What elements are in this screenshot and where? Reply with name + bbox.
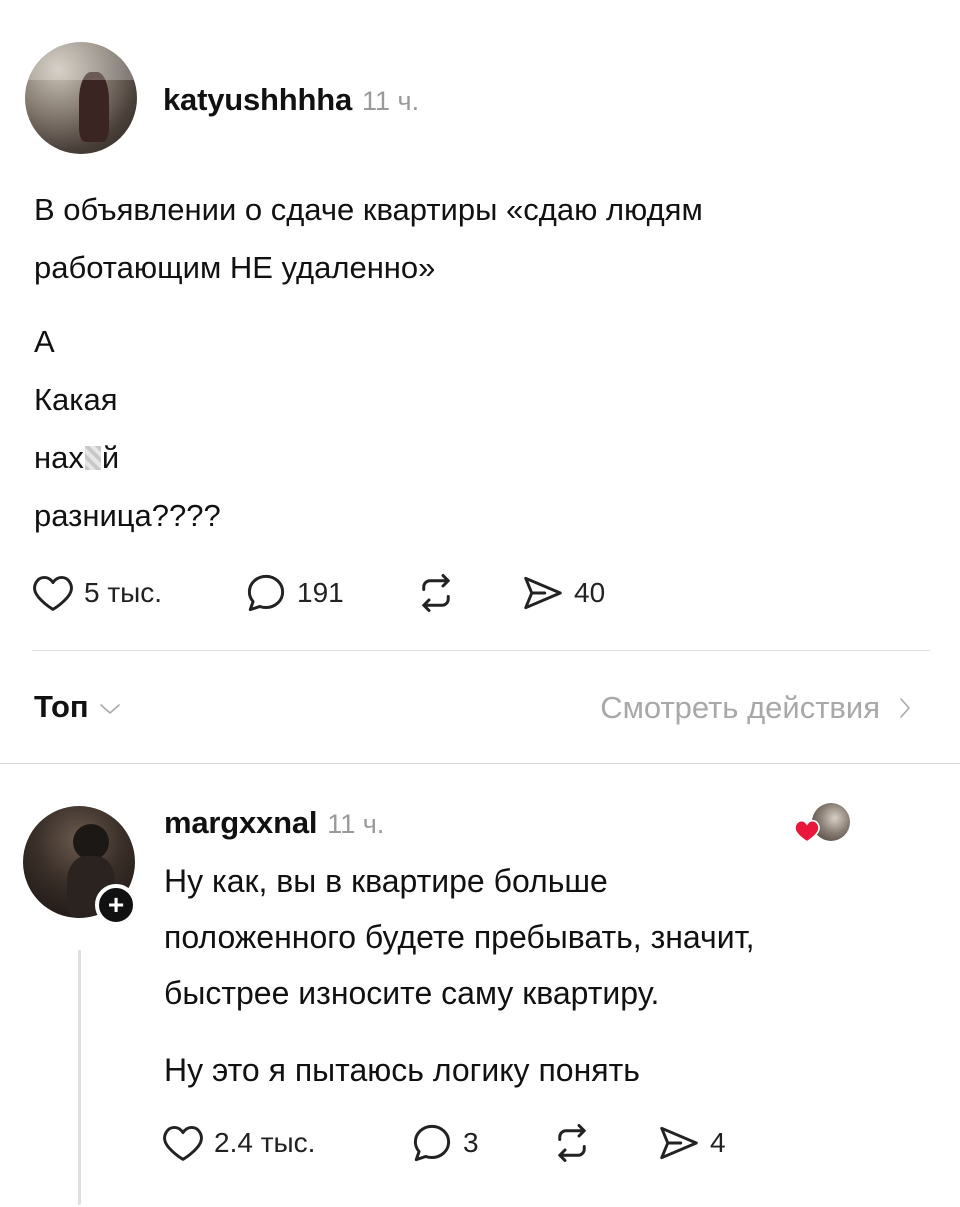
reply-comment-count: 3 (463, 1127, 479, 1158)
reply-header: margxxnal 11 ч. (164, 805, 384, 841)
chevron-down-icon (99, 704, 120, 714)
heart-outline-icon (163, 1125, 203, 1161)
reply-share-count: 4 (710, 1127, 726, 1158)
send-arrow-icon (524, 576, 562, 610)
view-activity-label: Смотреть действия (600, 690, 880, 725)
repost-button[interactable] (414, 572, 458, 614)
reply-username[interactable]: margxxnal (164, 805, 317, 841)
reply-share-button[interactable]: 4 (658, 1124, 726, 1162)
reply-like-count: 2.4 тыс. (214, 1127, 316, 1158)
reply-text-line: быстрее износите саму квартиру. (164, 975, 660, 1011)
post-header: katyushhhha 11 ч. (163, 82, 419, 118)
censored-suffix: й (101, 440, 120, 475)
post-body-lines: А Какая нах й разница???? (34, 313, 634, 545)
speech-bubble-icon (413, 1124, 451, 1162)
repost-arrows-icon (558, 1124, 586, 1162)
follow-plus-icon[interactable]: + (95, 884, 137, 926)
section-divider (0, 763, 960, 764)
reply-time: 11 ч. (327, 809, 385, 839)
post-line-censored: нах й (34, 429, 634, 487)
view-activity-link[interactable]: Смотреть действия (600, 690, 912, 726)
sort-label: Топ (34, 689, 89, 724)
share-count: 40 (574, 577, 606, 608)
heart-outline-icon (33, 575, 73, 611)
reply-text-line: Ну это я пытаюсь логику понять (164, 1052, 640, 1088)
post-body: В объявлении о сдаче квартиры «сдаю людя… (34, 181, 934, 297)
censor-block (84, 446, 101, 470)
censored-prefix: нах (34, 440, 84, 475)
thread-line (78, 950, 81, 1205)
speech-bubble-icon (247, 574, 285, 612)
like-count: 5 тыс. (84, 577, 163, 608)
comment-button[interactable]: 191 (245, 572, 344, 614)
post-text-line: В объявлении о сдаче квартиры «сдаю людя… (34, 192, 703, 227)
post-divider (32, 650, 930, 651)
post-time: 11 ч. (362, 86, 420, 116)
post-line-a: А (34, 324, 55, 359)
reply-body-2: Ну это я пытаюсь логику понять (164, 1042, 944, 1098)
post-line-kakaya: Какая (34, 382, 118, 417)
repost-arrows-icon (422, 574, 450, 612)
reply-text-line: положенного будете пребывать, значит, (164, 919, 755, 955)
post-text-line: работающим НЕ удаленно» (34, 250, 436, 285)
heart-with-avatar-icon (794, 803, 854, 847)
chevron-right-icon (900, 698, 910, 718)
reply-comment-button[interactable]: 3 (411, 1122, 479, 1164)
liked-heart-icon (794, 819, 820, 843)
send-arrow-icon (660, 1126, 698, 1160)
reply-like-button[interactable]: 2.4 тыс. (162, 1124, 315, 1162)
avatar-sky (25, 42, 137, 80)
post-author-avatar[interactable] (25, 42, 137, 154)
avatar-figure (79, 72, 109, 142)
reply-text-line: Ну как, вы в квартире больше (164, 863, 608, 899)
avatar-figure-head (73, 824, 109, 860)
comment-count: 191 (297, 577, 344, 608)
like-button[interactable]: 5 тыс. (32, 574, 162, 612)
post-line-raznitsa: разница???? (34, 498, 221, 533)
reply-repost-button[interactable] (550, 1122, 594, 1164)
share-button[interactable]: 40 (522, 574, 605, 612)
post-username[interactable]: katyushhhha (163, 82, 352, 118)
sort-dropdown[interactable]: Топ (34, 689, 121, 725)
reply-body: Ну как, вы в квартире больше положенного… (164, 853, 944, 1021)
